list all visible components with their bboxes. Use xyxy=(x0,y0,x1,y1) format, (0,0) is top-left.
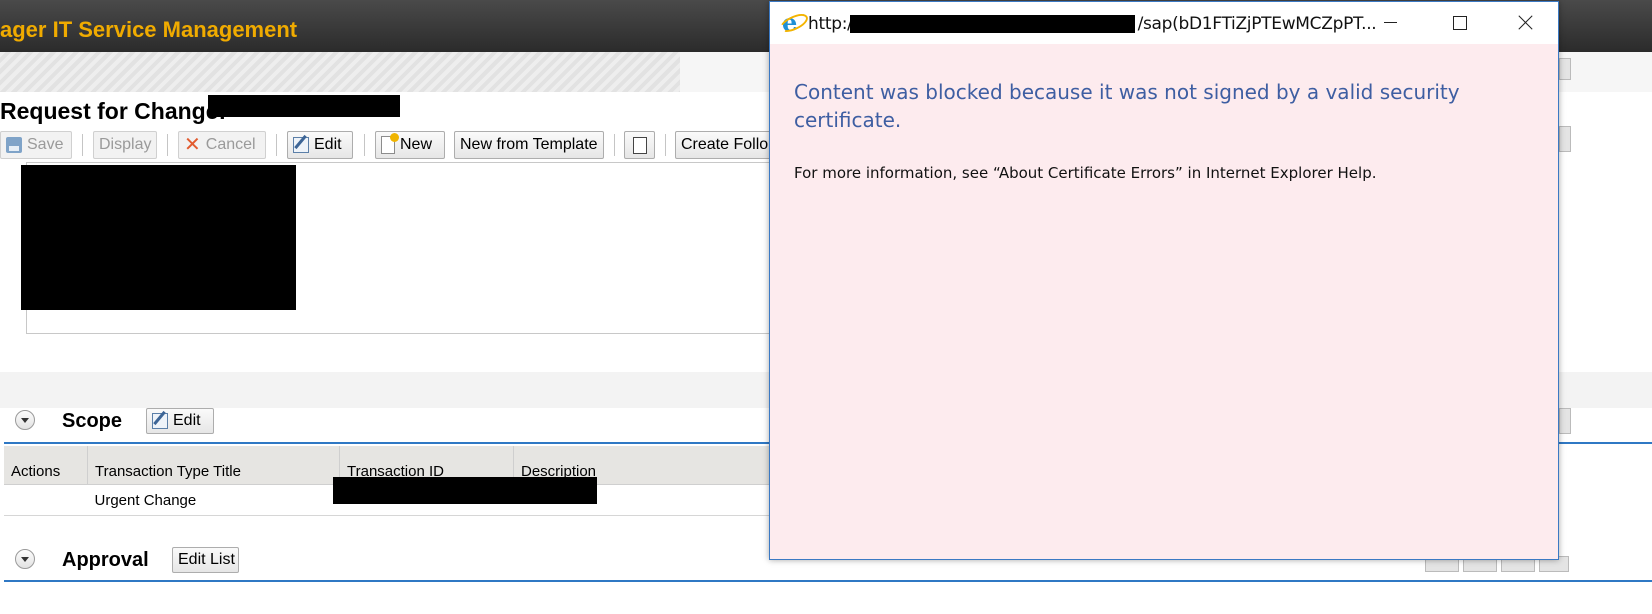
certificate-help-message: For more information, see “About Certifi… xyxy=(794,164,1377,182)
scope-collapse-button[interactable] xyxy=(15,410,35,430)
app-title: ager IT Service Management xyxy=(0,17,298,42)
scope-edit-button[interactable]: Edit xyxy=(146,408,214,434)
edge-button[interactable] xyxy=(1559,408,1571,434)
redacted-request-id xyxy=(208,95,400,117)
copy-icon xyxy=(628,136,647,158)
redacted-transaction-id xyxy=(333,477,597,504)
toolbar-separator xyxy=(364,134,365,156)
toolbar-separator xyxy=(665,134,666,156)
edit-icon xyxy=(152,413,168,429)
new-document-icon xyxy=(381,133,399,154)
approval-divider xyxy=(4,580,1652,582)
cancel-icon: ✕ xyxy=(184,134,201,156)
redacted-details xyxy=(21,165,296,310)
display-button[interactable]: Display xyxy=(93,131,157,159)
toolbar-separator xyxy=(614,134,615,156)
save-icon xyxy=(6,137,22,153)
column-header-transaction-type-title[interactable]: Transaction Type Title xyxy=(87,446,340,485)
approval-edit-list-button[interactable]: Edit List xyxy=(172,547,239,573)
toolbar-separator xyxy=(82,134,83,156)
page-title-text: Request for Change: xyxy=(0,98,227,124)
internet-explorer-icon: e xyxy=(782,11,802,35)
minimize-icon[interactable] xyxy=(1368,8,1414,38)
approval-title: Approval xyxy=(62,549,149,571)
toolbar-separator xyxy=(276,134,277,156)
edit-button[interactable]: Edit xyxy=(287,131,353,159)
edit-icon xyxy=(293,137,309,153)
save-button[interactable]: Save xyxy=(0,131,72,159)
toolbar: Save Display ✕ Cancel Edit New New from … xyxy=(0,131,820,161)
cell-actions xyxy=(4,484,88,516)
edge-button[interactable] xyxy=(1559,58,1571,80)
page-title: Request for Change: xyxy=(0,98,226,125)
edge-button[interactable] xyxy=(1559,126,1571,152)
scope-title: Scope xyxy=(62,410,123,432)
copy-button[interactable] xyxy=(624,131,655,159)
column-header-actions[interactable]: Actions xyxy=(4,446,88,485)
toolbar-separator xyxy=(167,134,168,156)
new-from-template-button[interactable]: New from Template xyxy=(454,131,604,159)
cancel-button[interactable]: ✕ Cancel xyxy=(178,131,266,159)
cell-transaction-type-title: Urgent Change xyxy=(87,484,340,516)
close-icon[interactable] xyxy=(1503,8,1549,38)
new-button[interactable]: New xyxy=(375,131,445,159)
popup-window: e http://sap(bD1FTiZjPTEwMCZpPT... Conte… xyxy=(769,1,1559,560)
maximize-icon[interactable] xyxy=(1437,8,1483,38)
redacted-url-host xyxy=(850,15,1135,33)
blocked-content-message: Content was blocked because it was not s… xyxy=(794,80,1460,132)
approval-collapse-button[interactable] xyxy=(15,549,35,569)
